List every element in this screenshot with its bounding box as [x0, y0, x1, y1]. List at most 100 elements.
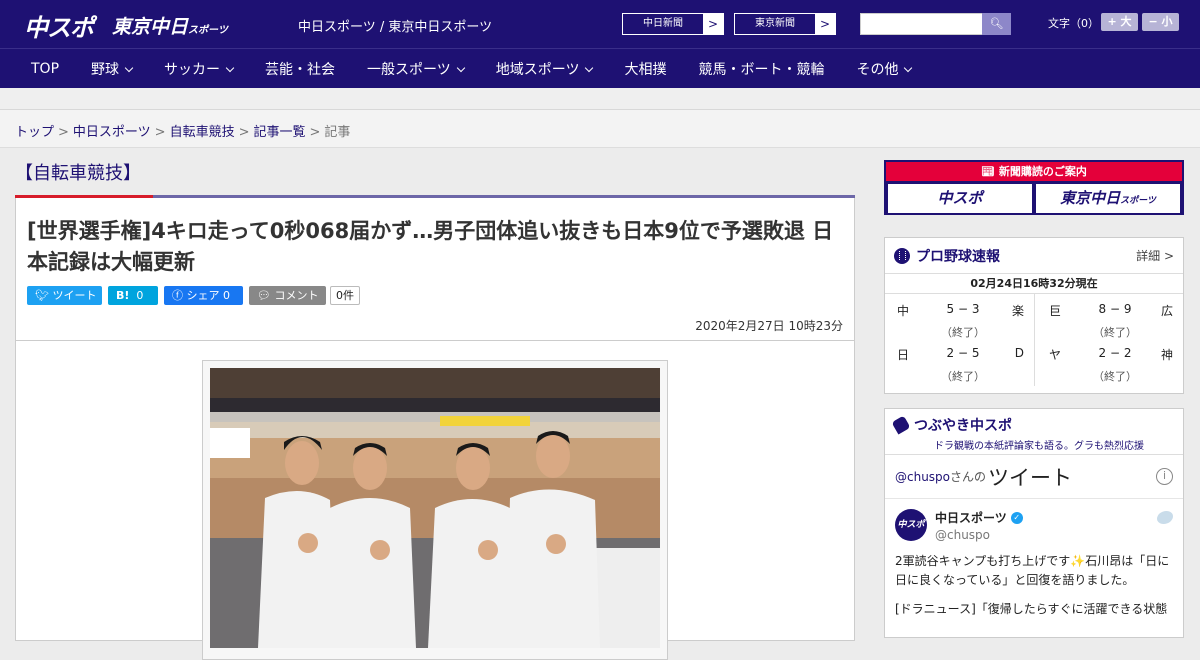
- game-score[interactable]: 巨 8 − 9 広 （終了）: [1049, 298, 1173, 342]
- away-team: 楽: [1011, 304, 1024, 318]
- breadcrumb-separator: >: [309, 125, 321, 140]
- breadcrumb-link-article-list[interactable]: 記事一覧: [254, 125, 306, 140]
- nav-item-general-sports[interactable]: 一般スポーツ: [367, 59, 465, 79]
- baseball-scores-timestamp: 02月24日16時32分現在: [885, 274, 1183, 294]
- nav-item-label: TOP: [31, 60, 60, 77]
- chunichi-shimbun-link[interactable]: 中日新聞 >: [622, 13, 724, 35]
- ad-spacer: [0, 88, 1200, 110]
- score: 8 − 9: [1098, 302, 1132, 316]
- nav-item-label: その他: [856, 61, 899, 78]
- score: 5 − 3: [946, 302, 980, 316]
- chuspo-subscribe-logo[interactable]: 中スポ: [888, 184, 1032, 213]
- tweet-text: [ドラニュース]「復帰したらすぐに活躍できる状態: [895, 602, 1168, 616]
- nav-item-label: サッカー: [164, 61, 221, 78]
- tokyo-chunichi-subscribe-small: スポーツ: [1120, 196, 1156, 206]
- tweet-text: 2軍読谷キャンプも打ち上げです✨石川昂は「日に日に良くなっている」と回復を語りま…: [895, 554, 1170, 587]
- search-input[interactable]: [860, 13, 983, 35]
- nav-item-label: 大相撲: [624, 61, 667, 78]
- twitter-icon: 🐦︎: [35, 289, 53, 302]
- comment-button[interactable]: 💬︎ コメント: [249, 286, 326, 305]
- article-photo-frame: [202, 360, 668, 660]
- nav-item-label: 芸能・社会: [265, 61, 336, 78]
- article-header: [世界選手権]4キロ走って0秒068届かず…男子団体追い抜きも日本9位で予選敗退…: [15, 198, 855, 341]
- game-column: 巨 8 − 9 広 （終了） ヤ 2 − 2 神 （終了）: [1034, 294, 1183, 386]
- away-team: D: [1014, 346, 1024, 360]
- breadcrumb-current: 記事: [324, 125, 351, 140]
- font-size-down-button[interactable]: − 小: [1142, 13, 1179, 31]
- subscription-banner-title: 📰︎ 新聞購読のご案内: [886, 162, 1182, 181]
- away-team: 広: [1160, 304, 1173, 318]
- twitter-widget-subtitle: ドラ観戦の本紙評論家も語る。グラも熱烈応援: [934, 441, 1144, 452]
- twitter-widget-title: つぶやき中スポ: [891, 415, 1174, 435]
- nav-item-local-sports[interactable]: 地域スポーツ: [496, 59, 594, 79]
- game-score[interactable]: 日 2 − 5 D （終了）: [897, 342, 1024, 386]
- tokyo-shimbun-link[interactable]: 東京新聞 >: [734, 13, 836, 35]
- font-size-up-button[interactable]: + 大: [1101, 13, 1138, 31]
- baseball-scores-more-link[interactable]: 詳細 >: [1136, 247, 1174, 264]
- comment-label: コメント: [274, 289, 319, 302]
- site-title[interactable]: 中日スポーツ / 東京中日スポーツ: [298, 16, 492, 35]
- comment-count: 0件: [330, 286, 360, 305]
- info-icon[interactable]: i: [1156, 468, 1173, 485]
- tokyo-chunichi-logo[interactable]: 東京中日スポーツ: [112, 12, 228, 39]
- nav-item-top[interactable]: TOP: [31, 61, 59, 77]
- nav-item-soccer[interactable]: サッカー: [164, 59, 235, 79]
- tweet-author-handle[interactable]: @chuspo: [935, 528, 1173, 542]
- article-category: 【自転車競技】: [15, 163, 141, 184]
- subscription-banner[interactable]: 📰︎ 新聞購読のご案内 中スポ 東京中日スポーツ: [884, 160, 1184, 215]
- nav-item-racing[interactable]: 競馬・ボート・競輪: [698, 59, 824, 79]
- subscription-label: 新聞購読のご案内: [998, 165, 1087, 178]
- article-column: 【自転車競技】 [世界選手権]4キロ走って0秒068届かず…男子団体追い抜きも日…: [15, 150, 855, 660]
- breadcrumb: トップ > 中日スポーツ > 自転車競技 > 記事一覧 > 記事: [0, 110, 1200, 148]
- comment-bubble-icon: 💬︎: [257, 289, 275, 302]
- avatar[interactable]: 中スポ: [895, 509, 927, 541]
- game-score[interactable]: ヤ 2 − 2 神 （終了）: [1049, 342, 1173, 386]
- twitter-handle-link[interactable]: @chuspo: [895, 470, 950, 484]
- share-bar: 🐦︎ ツイート B! 0 ⓕ シェア 0 💬︎ コメント 0件: [27, 286, 843, 305]
- breadcrumb-link-top[interactable]: トップ: [15, 125, 54, 140]
- tweet-author-name[interactable]: 中日スポーツ ✓: [935, 509, 1173, 526]
- breadcrumb-separator: >: [154, 125, 166, 140]
- article-headline: [世界選手権]4キロ走って0秒068届かず…男子団体追い抜きも日本9位で予選敗退…: [27, 219, 834, 274]
- nav-item-baseball[interactable]: 野球: [91, 59, 134, 79]
- team-photo-illustration: [210, 368, 660, 648]
- chuspo-logo[interactable]: 中スポ: [24, 8, 94, 43]
- tokyo-shimbun-label: 東京新聞: [755, 18, 795, 29]
- tokyo-chunichi-logo-text: 東京中日: [112, 16, 189, 38]
- facebook-share-button[interactable]: ⓕ シェア 0: [164, 286, 243, 305]
- hatena-bookmark-button[interactable]: B! 0: [108, 286, 158, 305]
- chevron-down-icon: [585, 63, 594, 72]
- breadcrumb-link-cycling[interactable]: 自転車競技: [170, 125, 235, 140]
- game-list: 中 5 − 3 楽 （終了） 日 2 − 5 D （終了） 巨 8 − 9 広: [885, 294, 1183, 386]
- tweet-button[interactable]: 🐦︎ ツイート: [27, 286, 102, 305]
- breadcrumb-link-chunichi-sports[interactable]: 中日スポーツ: [73, 125, 151, 140]
- tokyo-chunichi-subscribe-logo[interactable]: 東京中日スポーツ: [1036, 184, 1180, 213]
- tokyo-chunichi-logo-small: スポーツ: [188, 25, 228, 36]
- chevron-down-icon: [456, 63, 465, 72]
- publish-date: 2020年2月27日 10時23分: [695, 319, 843, 333]
- game-score[interactable]: 中 5 − 3 楽 （終了）: [897, 298, 1024, 342]
- article-photo[interactable]: [210, 368, 660, 648]
- search-icon: 🔍︎: [989, 17, 1004, 30]
- game-status: （終了）: [941, 370, 985, 383]
- nav-item-other[interactable]: その他: [856, 59, 913, 79]
- microphone-icon: [891, 415, 911, 435]
- newspaper-icon: 📰︎: [981, 165, 999, 178]
- game-status: （終了）: [1093, 370, 1137, 383]
- twitter-widget-title-text: つぶやき中スポ: [914, 418, 1012, 434]
- font-size-label: 文字（0）: [1048, 17, 1099, 30]
- chunichi-shimbun-label: 中日新聞: [643, 18, 683, 29]
- baseball-scores-title: プロ野球速報: [916, 248, 1000, 265]
- home-team: 中: [897, 304, 910, 318]
- breadcrumb-separator: >: [58, 125, 69, 140]
- nav-item-entertainment[interactable]: 芸能・社会: [265, 59, 335, 79]
- score: 2 − 5: [946, 346, 980, 360]
- nav-item-sumo[interactable]: 大相撲: [624, 59, 666, 79]
- chevron-down-icon: [225, 63, 235, 72]
- twitter-embed-header: @chuspo さんの ツイート i: [885, 455, 1183, 499]
- article-body: [15, 341, 855, 660]
- search-button[interactable]: 🔍︎: [982, 13, 1011, 35]
- main-nav: TOP 野球 サッカー 芸能・社会 一般スポーツ 地域スポーツ 大相撲 競馬・ボ…: [0, 48, 1200, 88]
- chevron-right-icon: >: [703, 14, 723, 34]
- tweet[interactable]: 中スポ 中日スポーツ ✓ @chuspo 2軍読谷キャンプも打ち上げです✨石川昂は…: [885, 499, 1183, 629]
